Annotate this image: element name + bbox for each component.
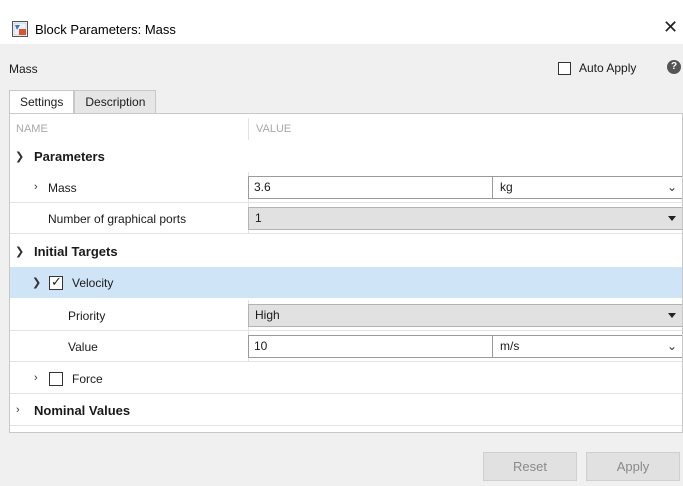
velocity-unit-value: m/s [500, 339, 520, 353]
target-row-velocity[interactable]: ❯ ✓ Velocity [10, 267, 682, 298]
ports-select[interactable]: 1 [248, 207, 682, 230]
chevron-right-icon[interactable]: › [16, 404, 20, 416]
window-title: Block Parameters: Mass [35, 22, 176, 37]
dropdown-arrow-icon [668, 313, 676, 318]
section-initial-targets[interactable]: ❯ Initial Targets [10, 236, 682, 267]
check-icon: ✓ [51, 274, 62, 289]
param-row-priority: Priority High [10, 300, 682, 331]
chevron-right-icon[interactable]: › [34, 181, 38, 193]
dropdown-arrow-icon [668, 216, 676, 221]
target-row-force[interactable]: › Force [10, 363, 682, 394]
title-bar: Block Parameters: Mass ✕ [0, 0, 683, 44]
apply-button[interactable]: Apply [586, 452, 680, 481]
tab-bar: Settings Description [9, 90, 157, 114]
help-icon[interactable]: ? [667, 60, 681, 74]
force-checkbox[interactable] [49, 372, 63, 386]
velocity-checkbox[interactable]: ✓ [49, 274, 63, 290]
param-row-ports: Number of graphical ports 1 [10, 203, 682, 234]
target-label-force: Force [72, 372, 103, 386]
chevron-down-icon[interactable]: ❯ [15, 245, 24, 258]
param-label-ports: Number of graphical ports [48, 212, 187, 226]
tab-settings[interactable]: Settings [9, 90, 75, 114]
velocity-value-input[interactable]: 10 [248, 335, 493, 358]
mass-value-input[interactable]: 3.6 [248, 176, 493, 199]
column-divider [248, 118, 249, 140]
simulink-block-icon [12, 21, 28, 37]
param-row-value: Value 10 m/s ⌄ [10, 331, 682, 362]
mass-unit-select[interactable]: kg ⌄ [492, 176, 682, 199]
param-label-mass: Mass [48, 181, 77, 195]
chevron-down-icon[interactable]: ❯ [15, 150, 24, 163]
chevron-right-icon[interactable]: › [34, 372, 38, 384]
param-label-priority: Priority [68, 309, 106, 323]
section-label: Nominal Values [34, 403, 131, 418]
section-parameters[interactable]: ❯ Parameters [10, 141, 682, 172]
column-header-name: NAME [16, 123, 48, 135]
tab-description[interactable]: Description [74, 90, 157, 113]
target-label-velocity: Velocity [72, 276, 114, 290]
section-label: Parameters [34, 149, 105, 164]
parameter-table: NAME VALUE ❯ Parameters › Mass 3.6 kg ⌄ … [9, 113, 683, 433]
priority-value: High [255, 308, 280, 322]
section-label: Initial Targets [34, 244, 118, 259]
auto-apply-checkbox[interactable] [558, 61, 571, 75]
mass-unit-value: kg [500, 180, 513, 194]
column-header-value: VALUE [256, 123, 292, 135]
chevron-down-icon: ⌄ [666, 339, 677, 353]
param-row-mass: › Mass 3.6 kg ⌄ [10, 172, 682, 203]
param-label-value: Value [68, 340, 98, 354]
auto-apply-label: Auto Apply [579, 61, 637, 75]
close-icon[interactable]: ✕ [663, 18, 678, 36]
section-nominal-values[interactable]: › Nominal Values [10, 395, 682, 426]
priority-select[interactable]: High [248, 304, 682, 327]
velocity-unit-select[interactable]: m/s ⌄ [492, 335, 682, 358]
mask-title: Mass [9, 62, 38, 76]
chevron-down-icon[interactable]: ❯ [32, 276, 41, 289]
reset-button[interactable]: Reset [483, 452, 577, 481]
ports-value: 1 [255, 211, 262, 225]
auto-apply-toggle[interactable]: Auto Apply [558, 60, 636, 76]
chevron-down-icon: ⌄ [666, 180, 677, 194]
